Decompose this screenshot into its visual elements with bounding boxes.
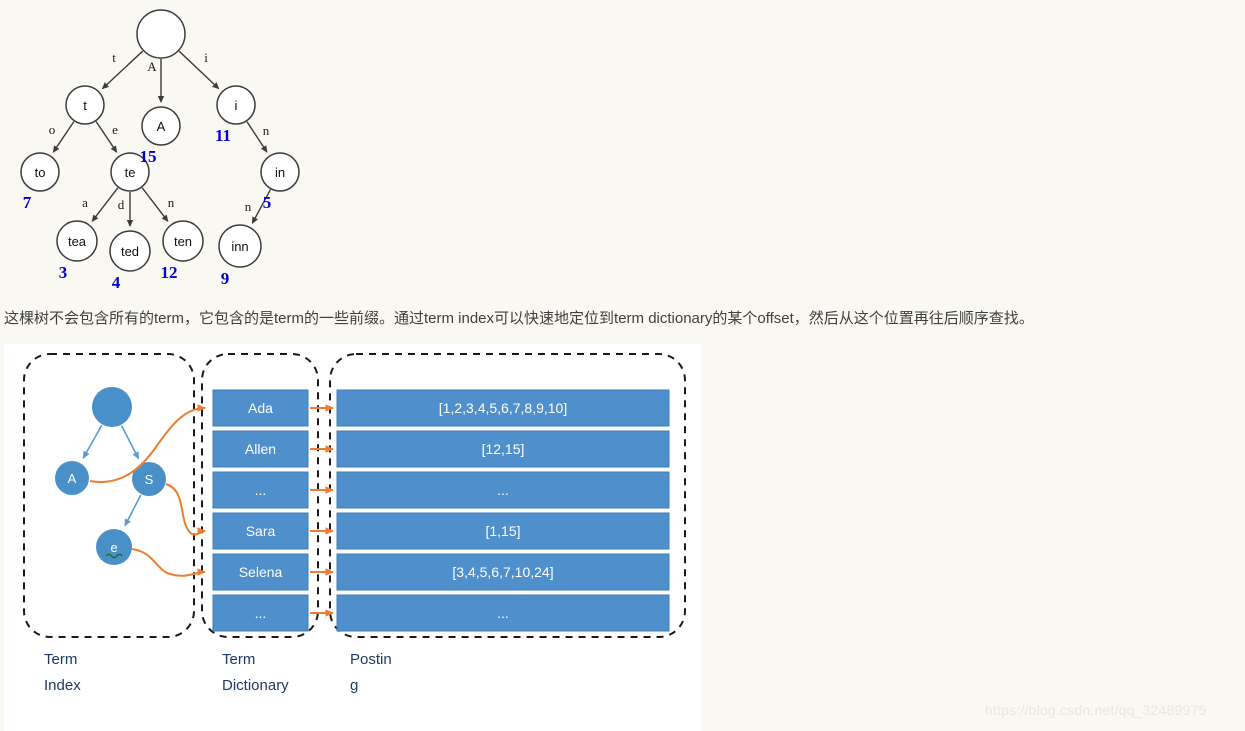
trie-node-count-tea: 3 <box>59 263 68 282</box>
trie-nodes: tAito te inteatedten inn <box>20 9 300 272</box>
term-dictionary-row-label: Allen <box>245 441 276 457</box>
trie-node-label-ten: ten <box>174 234 192 249</box>
trie-node-label-tea: tea <box>68 234 87 249</box>
term-dictionary-row-label: Selena <box>239 564 283 580</box>
trie-node-count-inn: 9 <box>221 269 230 288</box>
trie-edge-te-tea <box>91 187 119 222</box>
page-root: t Ai to te in tea ted ten inn t Ai o e n a d n n 15 11 7 5 3… <box>0 0 1245 731</box>
trie-node-count-ten: 12 <box>161 263 178 282</box>
trie-node-label-te: te <box>125 165 136 180</box>
watermark-text: https://blog.csdn.net/qq_32489975 <box>985 702 1207 718</box>
index-svg: A Se Ada Allen... Sara Selena... [1,2,3,4,5,… <box>23 353 686 694</box>
trie-node-count-ted: 4 <box>112 273 121 292</box>
index-node-label-A: A <box>68 471 77 486</box>
trie-edge-label-te-ted: d <box>118 197 125 212</box>
panel-label-posting-line2: g <box>350 677 358 694</box>
trie-edge-t-to <box>52 121 75 153</box>
index-edge-root-A <box>82 424 103 459</box>
trie-node-count-in: 5 <box>263 193 272 212</box>
posting-list-row-label: [1,15] <box>485 523 520 539</box>
caption-paragraph: 这棵树不会包含所有的term，它包含的是term的一些前缀。通过term ind… <box>4 310 1034 327</box>
term-dictionary-row-label: ... <box>255 605 267 621</box>
posting-list-row-label: [1,2,3,4,5,6,7,8,9,10] <box>439 400 567 416</box>
panel-label-term-index-line1: Term <box>44 651 77 668</box>
trie-edge-root-t <box>101 50 144 90</box>
trie-edge-label-te-tea: a <box>82 195 88 210</box>
term-dictionary-row-label: Ada <box>248 400 273 416</box>
posting-list-row-label: [12,15] <box>482 441 525 457</box>
trie-node-label-ted: ted <box>121 244 139 259</box>
trie-edge-root-i <box>178 50 220 90</box>
trie-edge-label-root-t: t <box>112 50 116 65</box>
trie-edge-label-t-to: o <box>49 122 56 137</box>
index-node-root <box>92 387 132 427</box>
index-tree-edges <box>82 424 142 527</box>
posting-list-row-label: ... <box>497 605 509 621</box>
trie-edge-label-te-ten: n <box>168 195 175 210</box>
trie-node-count-to: 7 <box>23 193 32 212</box>
trie-node-label-in: in <box>275 165 285 180</box>
trie-node-count-i: 11 <box>215 126 231 145</box>
trie-node-label-i: i <box>235 98 238 113</box>
trie-node-root <box>136 9 186 59</box>
panel-label-term-dictionary-line2: Dictionary <box>222 677 289 694</box>
panel-label-posting-line1: Postin <box>350 651 392 668</box>
trie-node-label-to: to <box>35 165 46 180</box>
trie-diagram: t Ai to te in tea ted ten inn t Ai o e n a d n n 15 11 7 5 3… <box>0 0 330 300</box>
term-index-diagram: A Se Ada Allen... Sara Selena... [1,2,3,4,5,… <box>4 344 701 731</box>
index-node-label-S: S <box>145 472 154 487</box>
trie-node-count-A: 15 <box>140 147 157 166</box>
trie-svg: t Ai to te in tea ted ten inn t Ai o e n a d n n 15 11 7 5 3… <box>20 9 300 292</box>
index-node-label-e: e <box>110 540 117 555</box>
panel-label-term-index-line2: Index <box>44 677 81 694</box>
posting-list-rows: [1,2,3,4,5,6,7,8,9,10] [12,15]... [1,15] [3… <box>336 389 670 632</box>
posting-list-row-label: ... <box>497 482 509 498</box>
posting-list-row-label: [3,4,5,6,7,10,24] <box>452 564 553 580</box>
panel-label-term-dictionary-line1: Term <box>222 651 255 668</box>
index-edge-S-e <box>124 494 142 527</box>
trie-edge-label-t-te: e <box>112 122 118 137</box>
trie-node-label-A: A <box>157 119 166 134</box>
term-dictionary-row-label: ... <box>255 482 267 498</box>
trie-node-label-inn: inn <box>231 239 248 254</box>
trie-edge-label-root-i: i <box>204 50 208 65</box>
panel-labels: Term Index Term Dictionary Postin g <box>44 651 392 694</box>
term-dictionary-rows: Ada Allen... Sara Selena... <box>212 389 309 632</box>
index-tree-nodes: A Se <box>55 387 166 565</box>
trie-edge-te-ten <box>141 187 169 222</box>
index-edge-root-S <box>120 425 140 460</box>
trie-node-label-t: t <box>83 98 87 113</box>
trie-edge-label-i-in: n <box>263 123 270 138</box>
trie-count-labels: 15 11 7 5 3 4 12 9 <box>23 126 272 292</box>
trie-edge-label-root-A: A <box>147 59 157 74</box>
trie-edge-label-in-inn: n <box>245 199 252 214</box>
index-S-to-Sara-arrow <box>165 483 206 536</box>
term-dictionary-row-label: Sara <box>246 523 276 539</box>
